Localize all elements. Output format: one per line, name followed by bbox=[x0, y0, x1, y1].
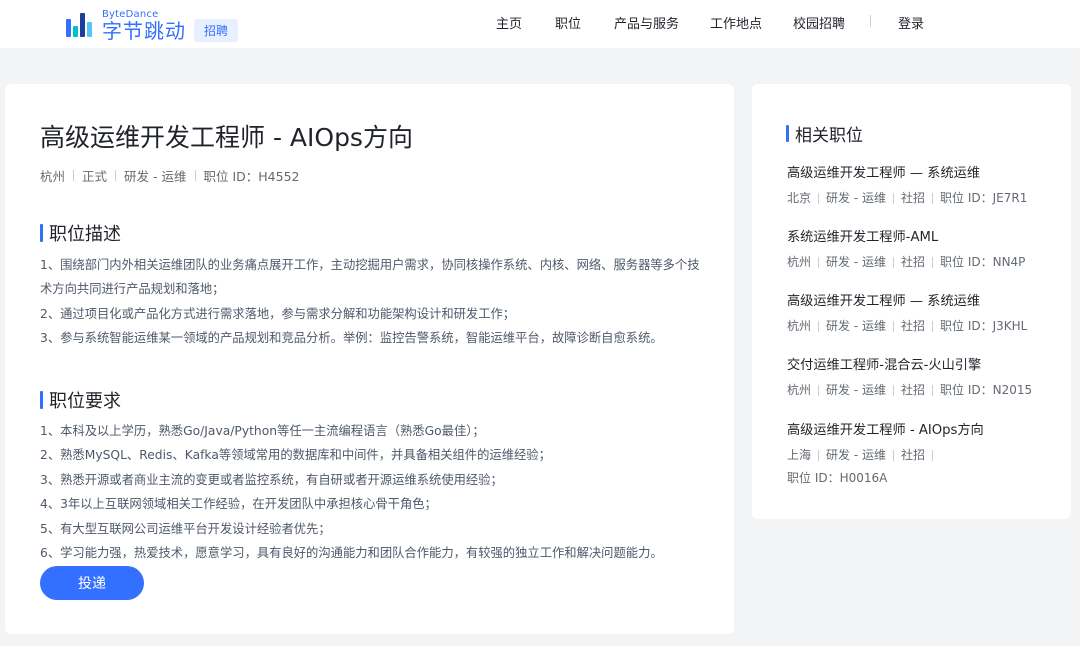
meta-divider bbox=[73, 170, 75, 181]
description-item: 2、通过项目化或产品化方式进行需求落地，参与需求分解和功能架构设计和研发工作； bbox=[40, 306, 516, 321]
requirement-item: 1、本科及以上学历，熟悉Go/Java/Python等任一主流编程语言（熟悉Go… bbox=[40, 424, 485, 438]
job-title: 高级运维开发工程师 - AIOps方向 bbox=[40, 123, 413, 152]
apply-button[interactable]: 投递 bbox=[40, 566, 144, 600]
description-item: 1、围绕部门内外相关运维团队的业务痛点展开工作，主动挖掘用户需求，协同核操作系统… bbox=[40, 258, 700, 297]
related-job-title: 系统运维开发工程师-AML bbox=[787, 230, 939, 245]
nav-item-home[interactable]: 主页 bbox=[496, 13, 522, 32]
related-jobs-heading-text: 相关职位 bbox=[795, 126, 863, 146]
related-job-city: 上海 bbox=[787, 448, 812, 462]
meta-divider bbox=[818, 449, 820, 461]
meta-divider bbox=[892, 192, 894, 204]
related-job-type: 社招 bbox=[900, 191, 925, 205]
job-detail-card: 高级运维开发工程师 - AIOps方向 杭州 正式 研发 - 运维 职位 ID：… bbox=[5, 84, 734, 634]
heading-accent-bar bbox=[786, 125, 789, 142]
meta-divider bbox=[115, 170, 117, 181]
related-job-category: 研发 - 运维 bbox=[826, 255, 886, 269]
related-job-category: 研发 - 运维 bbox=[826, 383, 886, 397]
logo-text: ByteDance 字节跳动 bbox=[102, 8, 186, 43]
job-meta: 杭州 正式 研发 - 运维 职位 ID：H4552 bbox=[40, 166, 300, 185]
job-type: 正式 bbox=[82, 169, 108, 184]
nav-item-campus[interactable]: 校园招聘 bbox=[793, 13, 845, 32]
job-id: 职位 ID：H4552 bbox=[203, 169, 300, 184]
top-header: ByteDance 字节跳动 招聘 主页 职位 产品与服务 工作地点 校园招聘 … bbox=[0, 0, 1080, 48]
login-link[interactable]: 登录 bbox=[898, 13, 924, 32]
related-job-title: 交付运维工程师-混合云-火山引擎 bbox=[787, 358, 982, 373]
related-job-type: 社招 bbox=[900, 448, 925, 462]
meta-divider bbox=[932, 256, 933, 268]
meta-divider bbox=[818, 320, 820, 332]
meta-divider bbox=[892, 384, 894, 396]
nav-divider bbox=[870, 15, 871, 27]
related-job-meta: 北京 研发 - 运维 社招 职位 ID：JE7R1 bbox=[787, 189, 1057, 207]
requirements-heading: 职位要求 bbox=[40, 387, 121, 413]
related-job-id: 职位 ID：JE7R1 bbox=[940, 191, 1028, 205]
job-city: 杭州 bbox=[40, 169, 66, 184]
heading-accent-bar bbox=[40, 391, 43, 409]
bytedance-logo[interactable]: ByteDance 字节跳动 招聘 bbox=[66, 5, 239, 45]
requirement-item: 5、有大型互联网公司运维平台开发设计经验者优先； bbox=[40, 521, 331, 536]
meta-divider bbox=[932, 384, 933, 396]
description-item: 3、参与系统智能运维某一领域的产品规划和竞品分析。举例：监控告警系统，智能运维平… bbox=[40, 331, 663, 346]
nav-item-jobs[interactable]: 职位 bbox=[555, 13, 581, 32]
related-job-id: 职位 ID：H0016A bbox=[787, 471, 888, 485]
meta-divider bbox=[932, 320, 933, 332]
related-job-title: 高级运维开发工程师 — 系统运维 bbox=[787, 166, 981, 181]
requirement-item: 3、熟悉开源或者商业主流的变更或者监控系统，有自研或者开源运维系统使用经验； bbox=[40, 472, 503, 487]
related-jobs-card: 相关职位 高级运维开发工程师 — 系统运维 北京 研发 - 运维 社招 职位 I… bbox=[752, 84, 1071, 519]
related-job-meta: 杭州 研发 - 运维 社招 职位 ID：J3KHL bbox=[787, 317, 1057, 335]
related-job-type: 社招 bbox=[900, 319, 925, 333]
related-job-item[interactable]: 交付运维工程师-混合云-火山引擎 杭州 研发 - 运维 社招 职位 ID：N20… bbox=[787, 357, 1057, 399]
related-job-item[interactable]: 系统运维开发工程师-AML 杭州 研发 - 运维 社招 职位 ID：NN4P bbox=[787, 229, 1057, 271]
meta-divider bbox=[932, 449, 933, 461]
related-job-meta: 杭州 研发 - 运维 社招 职位 ID：NN4P bbox=[787, 253, 1057, 271]
related-job-item[interactable]: 高级运维开发工程师 — 系统运维 杭州 研发 - 运维 社招 职位 ID：J3K… bbox=[787, 293, 1057, 335]
related-job-title: 高级运维开发工程师 — 系统运维 bbox=[787, 294, 981, 309]
recruit-badge: 招聘 bbox=[194, 18, 239, 42]
job-category: 研发 - 运维 bbox=[124, 169, 187, 184]
related-job-type: 社招 bbox=[900, 383, 925, 397]
related-job-category: 研发 - 运维 bbox=[826, 319, 886, 333]
related-job-id: 职位 ID：NN4P bbox=[940, 255, 1026, 269]
bytedance-logo-icon bbox=[66, 13, 96, 37]
logo-chinese: 字节跳动 bbox=[102, 18, 186, 43]
related-job-city: 杭州 bbox=[787, 255, 812, 269]
related-job-title: 高级运维开发工程师 - AIOps方向 bbox=[787, 423, 984, 438]
logo-english: ByteDance bbox=[102, 8, 159, 20]
related-job-item[interactable]: 高级运维开发工程师 - AIOps方向 上海 研发 - 运维 社招 职位 ID：… bbox=[787, 422, 1057, 487]
nav-item-products[interactable]: 产品与服务 bbox=[614, 13, 679, 32]
meta-divider bbox=[818, 384, 820, 396]
meta-divider bbox=[892, 320, 894, 332]
related-job-type: 社招 bbox=[900, 255, 925, 269]
related-jobs-heading: 相关职位 bbox=[786, 121, 863, 146]
related-job-city: 北京 bbox=[787, 191, 812, 205]
related-job-category: 研发 - 运维 bbox=[826, 191, 886, 205]
description-heading-text: 职位描述 bbox=[49, 224, 121, 245]
related-job-category: 研发 - 运维 bbox=[826, 448, 886, 462]
heading-accent-bar bbox=[40, 224, 43, 242]
related-job-id: 职位 ID：J3KHL bbox=[940, 319, 1028, 333]
requirement-item: 4、3年以上互联网领域相关工作经验，在开发团队中承担核心骨干角色； bbox=[40, 497, 437, 512]
meta-divider bbox=[818, 256, 820, 268]
related-job-city: 杭州 bbox=[787, 383, 812, 397]
requirement-item: 6、学习能力强，热爱技术，愿意学习，具有良好的沟通能力和团队合作能力，有较强的独… bbox=[40, 546, 663, 561]
requirement-item: 2、熟悉MySQL、Redis、Kafka等领域常用的数据库和中间件，并具备相关… bbox=[40, 448, 551, 463]
requirements-heading-text: 职位要求 bbox=[49, 391, 121, 412]
description-heading: 职位描述 bbox=[40, 220, 121, 246]
meta-divider bbox=[932, 192, 933, 204]
related-job-meta: 上海 研发 - 运维 社招 职位 ID：H0016A bbox=[787, 446, 1057, 487]
meta-divider bbox=[892, 256, 894, 268]
meta-divider bbox=[194, 170, 196, 181]
related-job-meta: 杭州 研发 - 运维 社招 职位 ID：N2015 bbox=[787, 381, 1057, 399]
nav-item-locations[interactable]: 工作地点 bbox=[710, 13, 762, 32]
related-job-item[interactable]: 高级运维开发工程师 — 系统运维 北京 研发 - 运维 社招 职位 ID：JE7… bbox=[787, 165, 1057, 207]
meta-divider bbox=[892, 449, 894, 461]
description-list: 1、围绕部门内外相关运维团队的业务痛点展开工作，主动挖掘用户需求，协同核操作系统… bbox=[40, 253, 705, 351]
related-job-id: 职位 ID：N2015 bbox=[940, 383, 1033, 397]
related-job-city: 杭州 bbox=[787, 319, 812, 333]
requirements-list: 1、本科及以上学历，熟悉Go/Java/Python等任一主流编程语言（熟悉Go… bbox=[40, 419, 705, 565]
meta-divider bbox=[818, 192, 820, 204]
